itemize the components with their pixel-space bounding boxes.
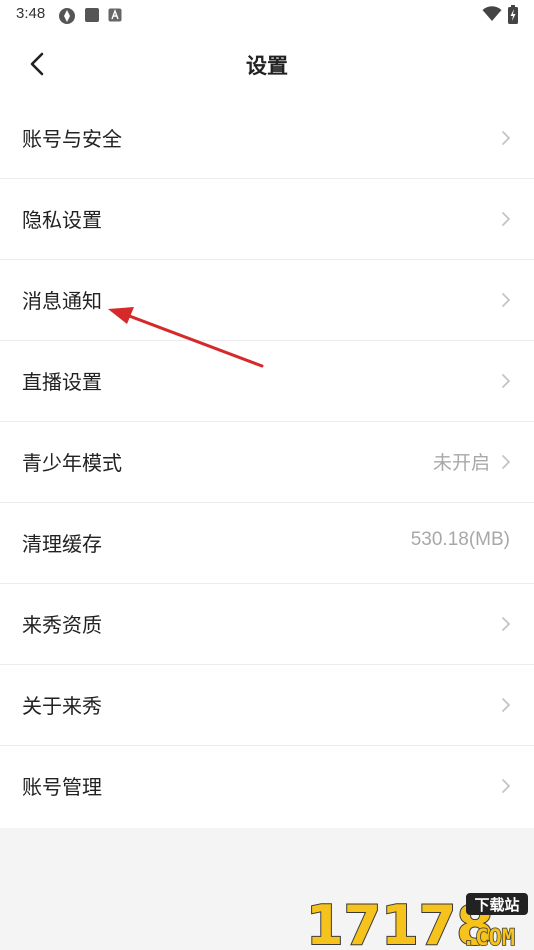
settings-row-label: 关于来秀	[22, 694, 102, 718]
battery-charging-icon	[508, 5, 518, 24]
settings-row[interactable]: 消息通知	[0, 260, 534, 341]
settings-row-label: 清理缓存	[22, 532, 102, 556]
header-bar: 设置	[0, 30, 534, 98]
settings-row-value: 未开启	[432, 453, 490, 474]
a-notification-icon	[108, 8, 122, 22]
square-notification-icon	[85, 8, 99, 22]
settings-row-label: 消息通知	[22, 289, 102, 313]
settings-row-label: 账号管理	[22, 775, 102, 799]
settings-row[interactable]: 账号与安全	[0, 98, 534, 179]
chevron-right-icon	[500, 292, 512, 308]
settings-row[interactable]: 青少年模式 未开启	[0, 422, 534, 503]
settings-row[interactable]: 隐私设置	[0, 179, 534, 260]
settings-row-label: 账号与安全	[22, 127, 122, 151]
settings-row[interactable]: 关于来秀	[0, 665, 534, 746]
page-title: 设置	[246, 54, 288, 78]
settings-row-label: 来秀资质	[22, 613, 102, 637]
settings-row[interactable]: 直播设置	[0, 341, 534, 422]
settings-row[interactable]: 来秀资质	[0, 584, 534, 665]
chevron-right-icon	[500, 778, 512, 794]
settings-row-value: 530.18(MB)	[410, 529, 510, 550]
settings-row-label: 直播设置	[22, 370, 102, 394]
settings-row[interactable]: 账号管理	[0, 746, 534, 828]
site-watermark: 17178 下载站 .COM	[305, 893, 528, 950]
status-time: 3:48	[16, 5, 46, 22]
settings-list: 账号与安全隐私设置消息通知直播设置青少年模式 未开启清理缓存 530.18(MB) 来…	[0, 98, 534, 828]
watermark-domain: .COM	[462, 926, 515, 950]
settings-row-label: 隐私设置	[22, 208, 102, 232]
app-notification-icon	[59, 8, 75, 24]
chevron-right-icon	[500, 616, 512, 632]
chevron-right-icon	[500, 211, 512, 227]
chevron-right-icon	[500, 697, 512, 713]
wifi-icon	[482, 6, 502, 21]
settings-row-label: 青少年模式	[22, 451, 122, 475]
settings-row[interactable]: 清理缓存 530.18(MB)	[0, 503, 534, 584]
chevron-right-icon	[500, 130, 512, 146]
watermark-tag: 下载站	[474, 896, 519, 914]
chevron-right-icon	[500, 373, 512, 389]
chevron-right-icon	[500, 454, 512, 470]
status-bar: 3:48	[0, 0, 534, 30]
